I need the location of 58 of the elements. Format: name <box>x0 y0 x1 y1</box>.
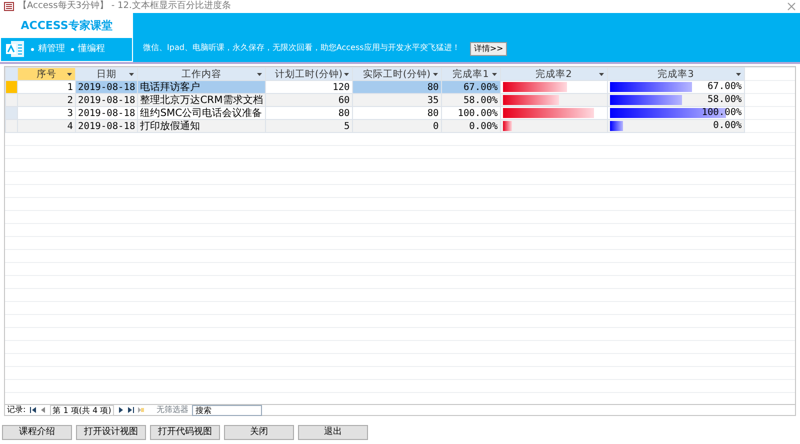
caret-icon[interactable] <box>736 72 741 76</box>
caret-icon[interactable] <box>492 72 497 76</box>
details-button[interactable]: 详情>> <box>470 42 508 56</box>
column-header[interactable]: 完成率1 <box>441 68 500 80</box>
table-cell: 58.00% <box>441 94 500 106</box>
command-button[interactable]: 打开代码视图 <box>150 425 220 440</box>
table-cell: 35 <box>352 94 442 106</box>
next-record-icon[interactable] <box>118 407 124 413</box>
table-cell: 2019-08-18 <box>76 120 138 132</box>
column-header[interactable]: 序号 <box>18 68 76 80</box>
column-header[interactable]: 计划工时(分钟) <box>265 68 352 80</box>
column-header[interactable]: 完成率3 <box>607 68 744 80</box>
caret-icon[interactable] <box>344 72 349 76</box>
command-button[interactable]: 打开设计视图 <box>76 425 146 440</box>
table-cell: 2 <box>18 94 76 106</box>
command-button[interactable]: 课程介绍 <box>2 425 72 440</box>
table-cell: 打印放假通知 <box>138 120 266 132</box>
percent-label: 67.00% <box>707 82 742 92</box>
caret-icon[interactable] <box>67 72 72 76</box>
banner-notice: 微信、Ipad、电脑听课，永久保存，无限次回看，助您Access应用与开发水平突飞猛进！ <box>143 42 460 54</box>
record-position[interactable]: 第 1 项(共 4 项) <box>50 404 114 416</box>
caret-icon[interactable] <box>598 72 604 76</box>
bullet-icon <box>31 48 34 51</box>
app-icon <box>4 2 14 11</box>
percent-label: 100.00% <box>702 108 742 118</box>
caret-icon[interactable] <box>256 72 262 76</box>
column-header[interactable]: 日期 <box>76 68 138 80</box>
table-cell: 0 <box>352 120 442 132</box>
banner-tag: 懂编程 <box>78 42 105 56</box>
table-cell: 2019-08-18 <box>76 80 138 94</box>
table-cell: 2019-08-18 <box>76 94 138 106</box>
column-header[interactable]: 完成率2 <box>500 68 608 80</box>
command-button[interactable]: 关闭 <box>224 425 294 440</box>
command-button[interactable]: 退出 <box>298 425 368 440</box>
bullet-icon <box>71 48 74 51</box>
table-cell: 60 <box>265 94 352 106</box>
table-cell: 67.00% <box>441 80 500 94</box>
record-label: 记录: <box>7 404 26 416</box>
caret-icon[interactable] <box>129 72 134 76</box>
previous-record-icon[interactable] <box>40 407 46 413</box>
percent-label: 58.00% <box>707 95 742 105</box>
banner-heading: ACCESS专家课堂 <box>20 18 114 34</box>
last-record-icon[interactable] <box>128 407 134 413</box>
banner-tag: 精管理 <box>38 42 65 56</box>
first-record-icon[interactable] <box>30 407 36 413</box>
percent-label: 0.00% <box>713 121 742 131</box>
filter-status[interactable]: 无筛选器 <box>156 404 188 416</box>
caret-icon[interactable] <box>432 72 438 76</box>
table-cell: 4 <box>18 120 76 132</box>
document-icon <box>5 40 25 58</box>
column-header[interactable]: 工作内容 <box>138 68 266 80</box>
close-icon[interactable] <box>787 2 796 11</box>
table-cell: 5 <box>265 120 352 132</box>
window-title: 【Access每天3分钟】 - 12.文本框显示百分比进度条 <box>18 0 231 13</box>
column-header[interactable]: 实际工时(分钟) <box>352 68 442 80</box>
table-cell: 80 <box>352 80 442 94</box>
search-field[interactable]: 搜索 <box>192 404 262 416</box>
table-cell: 0.00% <box>441 120 500 132</box>
